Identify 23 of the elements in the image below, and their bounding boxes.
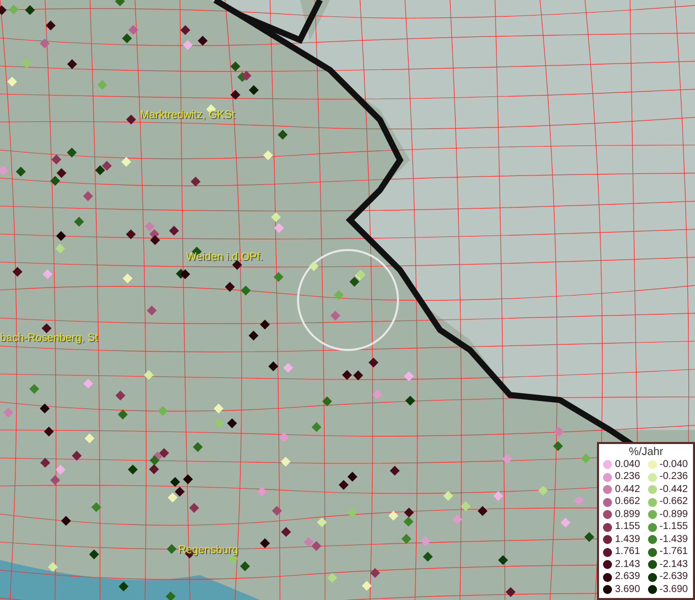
legend-value: -0.899 [660, 508, 688, 521]
legend-value: -0.662 [660, 496, 688, 508]
legend-value: 0.442 [615, 484, 640, 496]
legend-value: 1.155 [615, 521, 640, 534]
legend-value: -0.040 [660, 458, 688, 471]
legend-value: 2.639 [615, 571, 640, 584]
legend-value: 3.690 [615, 584, 640, 596]
legend-title: %/Jahr [628, 446, 664, 458]
legend-value: -3.690 [660, 584, 688, 596]
legend-value: 1.439 [615, 534, 640, 546]
legend-value: -2.143 [660, 558, 688, 571]
legend-value: 0.662 [615, 496, 640, 508]
legend-value: -1.761 [660, 546, 688, 558]
legend-value: -2.639 [660, 571, 688, 584]
legend-value: 0.236 [615, 471, 640, 484]
legend-value: 2.143 [615, 558, 640, 571]
legend-value: 1.761 [615, 546, 640, 558]
legend-value: -0.236 [660, 471, 688, 484]
legend-value: -0.442 [660, 484, 688, 496]
legend-value: 0.899 [615, 508, 640, 521]
legend-value: -1.155 [660, 521, 688, 534]
legend-value: -1.439 [660, 534, 688, 546]
legend-value: 0.040 [615, 458, 640, 471]
